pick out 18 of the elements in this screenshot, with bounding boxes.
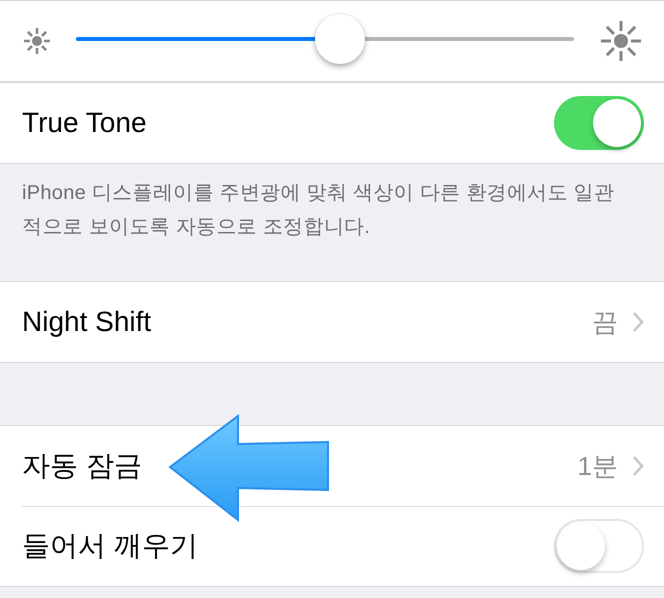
bright-sun-icon [598, 18, 644, 64]
row-label: Night Shift [22, 306, 152, 338]
row-label: True Tone [22, 107, 148, 139]
row-label: 들어서 깨우기 [22, 529, 199, 563]
footer-description: iPhone 디스플레이를 주변광에 맞춰 색상이 다른 환경에서도 일관적으로 보이도록 자동으로 조정합니다. [21, 181, 616, 240]
row-value: 끔 [592, 306, 618, 338]
chevron-icon [632, 311, 644, 333]
dim-sun-icon [22, 26, 52, 56]
settings-row[interactable]: 들어서 깨우기 [0, 506, 664, 586]
row-value: 1분 [578, 450, 618, 482]
slider-thumb[interactable] [314, 14, 365, 64]
settings-row[interactable]: 자동 잠금 1분 [0, 426, 664, 506]
settings-row[interactable]: Night Shift 끔 [0, 282, 664, 362]
row-label: 자동 잠금 [22, 449, 143, 483]
chevron-icon [632, 455, 644, 477]
toggle-switch[interactable] [554, 519, 644, 573]
settings-row[interactable]: True Tone [0, 83, 664, 163]
toggle-switch[interactable] [554, 96, 644, 150]
